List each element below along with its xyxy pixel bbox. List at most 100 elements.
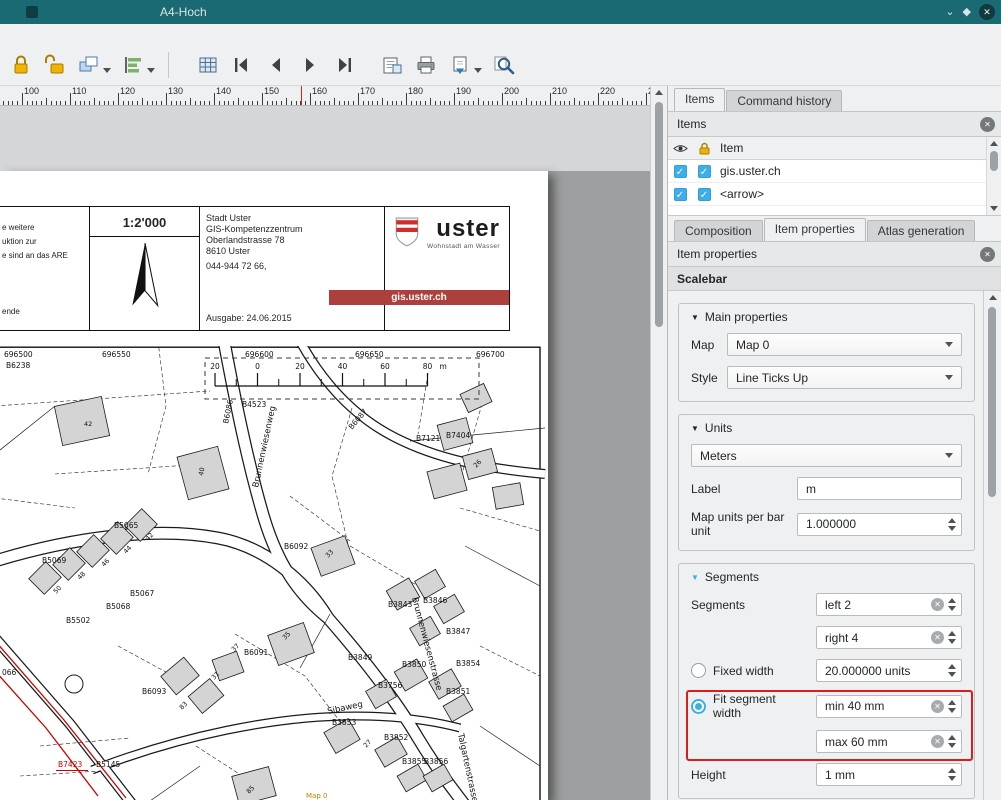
spinbox-arrows[interactable]	[948, 631, 956, 644]
atlas-first-button[interactable]	[225, 49, 259, 81]
tab-item-properties[interactable]: Item properties	[764, 218, 866, 241]
scroll-up-arrow-icon[interactable]	[989, 295, 997, 300]
ruler-tick	[94, 98, 95, 105]
close-icon[interactable]: ✕	[980, 117, 995, 132]
align-items-button[interactable]	[116, 49, 160, 81]
map-title-block[interactable]: e weitere uktion zur e sind an das ARE e…	[0, 206, 510, 331]
segments-right-spinbox[interactable]: right 4 ✕	[816, 626, 962, 649]
chevron-down-icon[interactable]	[147, 68, 155, 73]
spinbox-arrows[interactable]	[948, 768, 956, 781]
close-icon[interactable]: ✕	[980, 247, 995, 262]
ruler-tick	[80, 101, 81, 105]
zoom-to-feature-button[interactable]	[487, 49, 521, 81]
items-list[interactable]: Item ✓✓gis.uster.ch✓✓<arrow>	[668, 137, 1001, 216]
ruler-tick	[300, 101, 301, 105]
ruler-tick	[512, 101, 513, 105]
canvas-vertical-scrollbar[interactable]	[650, 86, 667, 800]
map-combobox[interactable]: Map 0	[727, 333, 962, 356]
ruler-tick	[272, 101, 273, 105]
spinbox-arrows[interactable]	[948, 700, 956, 713]
ruler-tick	[152, 101, 153, 105]
map-label: B5068	[106, 602, 130, 611]
lock-checkbox[interactable]: ✓	[698, 165, 711, 178]
atlas-previous-button[interactable]	[259, 49, 293, 81]
segments-left-spinbox[interactable]: left 2 ✕	[816, 593, 962, 616]
ruler-tick	[267, 101, 268, 105]
spinbox-arrows[interactable]	[948, 735, 956, 748]
fit-min-width-spinbox[interactable]: min 40 mm ✕	[816, 695, 962, 718]
fixed-width-radio[interactable]	[691, 663, 706, 678]
clear-icon[interactable]: ✕	[931, 735, 944, 748]
ruler-tick	[521, 101, 522, 105]
ruler-tick	[22, 93, 23, 105]
map-units-per-bar-unit-spinbox[interactable]: 1.000000	[797, 513, 962, 536]
style-combobox[interactable]: Line Ticks Up	[727, 366, 962, 389]
scrollbar-handle[interactable]	[990, 151, 998, 171]
item-row[interactable]: ✓✓gis.uster.ch	[668, 160, 987, 183]
atlas-last-button[interactable]	[327, 49, 361, 81]
unlock-items-button[interactable]	[38, 49, 72, 81]
tab-items[interactable]: Items	[674, 88, 725, 111]
clear-icon[interactable]: ✕	[931, 700, 944, 713]
logo-subtitle: Wohnstadt am Wasser	[427, 243, 500, 250]
spinbox-value: 20.000000 units	[825, 664, 944, 678]
height-spinbox[interactable]: 1 mm	[816, 763, 962, 786]
group-items-button[interactable]	[72, 49, 116, 81]
units-combobox[interactable]: Meters	[691, 444, 962, 467]
clear-icon[interactable]: ✕	[931, 631, 944, 644]
print-button[interactable]	[409, 49, 443, 81]
right-dock-panel: Items Command history Items ✕	[667, 86, 1001, 800]
lock-checkbox[interactable]: ✓	[698, 188, 711, 201]
fit-segment-width-radio[interactable]	[691, 699, 706, 714]
chevron-down-icon[interactable]	[474, 68, 482, 73]
map-label: B3852	[384, 733, 408, 742]
item-row[interactable]: ✓✓<arrow>	[668, 183, 987, 206]
atlas-next-button[interactable]	[293, 49, 327, 81]
collapse-arrow-icon[interactable]: ▼	[691, 313, 699, 322]
unit-label-input[interactable]: m	[797, 477, 962, 500]
fit-max-width-spinbox[interactable]: max 60 mm ✕	[816, 730, 962, 753]
print-atlas-button[interactable]	[375, 49, 409, 81]
visibility-checkbox[interactable]: ✓	[674, 165, 687, 178]
properties-vertical-scrollbar[interactable]	[983, 291, 1001, 800]
scroll-up-arrow-icon[interactable]	[655, 90, 663, 95]
fixed-width-spinbox[interactable]: 20.000000 units	[816, 659, 962, 682]
composition-page[interactable]: e weitere uktion zur e sind an das ARE e…	[0, 171, 548, 800]
chevron-down-icon[interactable]	[103, 68, 111, 73]
atlas-first-icon	[230, 53, 254, 77]
ruler-tick	[584, 101, 585, 105]
items-scrollbar[interactable]	[986, 137, 1001, 215]
spinbox-arrows[interactable]	[948, 664, 956, 677]
scrollbar-handle[interactable]	[988, 307, 996, 497]
ruler-tick	[56, 101, 57, 105]
window-close-button[interactable]: ✕	[979, 4, 995, 20]
fixed-width-label: Fixed width	[713, 664, 774, 678]
export-button[interactable]	[443, 49, 487, 81]
scroll-down-arrow-icon[interactable]	[990, 206, 998, 211]
ruler-tick	[12, 101, 13, 105]
tab-composition[interactable]: Composition	[674, 220, 763, 241]
scroll-up-arrow-icon[interactable]	[990, 141, 998, 146]
tab-atlas-generation[interactable]: Atlas generation	[867, 220, 976, 241]
tab-command-history[interactable]: Command history	[726, 90, 842, 111]
scrollbar-handle[interactable]	[655, 102, 663, 327]
spinbox-arrows[interactable]	[948, 598, 956, 611]
window-maximize-button[interactable]: ◆	[963, 7, 971, 18]
lock-items-button[interactable]	[4, 49, 38, 81]
map-label: B6093	[142, 687, 166, 696]
properties-scroll-area: ▼ Main properties Map Map 0 Style Line	[668, 291, 1001, 800]
collapse-arrow-icon[interactable]: ▼	[691, 573, 699, 582]
map-item[interactable]: 696500696550696600696650696700 200204060…	[0, 346, 548, 800]
visibility-checkbox[interactable]: ✓	[674, 188, 687, 201]
clear-icon[interactable]: ✕	[931, 598, 944, 611]
map-label: 60	[380, 362, 390, 371]
atlas-settings-button[interactable]	[191, 49, 225, 81]
items-dock-header: Items ✕	[668, 112, 1001, 137]
dock-tabs-top: Items Command history	[668, 86, 1001, 112]
composition-canvas[interactable]: e weitere uktion zur e sind an das ARE e…	[0, 106, 650, 800]
spinbox-arrows[interactable]	[948, 518, 956, 531]
ruler-label: 220	[600, 86, 615, 96]
window-shade-button[interactable]: ⌄	[945, 7, 954, 18]
collapse-arrow-icon[interactable]: ▼	[691, 424, 699, 433]
ruler-tick	[425, 101, 426, 105]
